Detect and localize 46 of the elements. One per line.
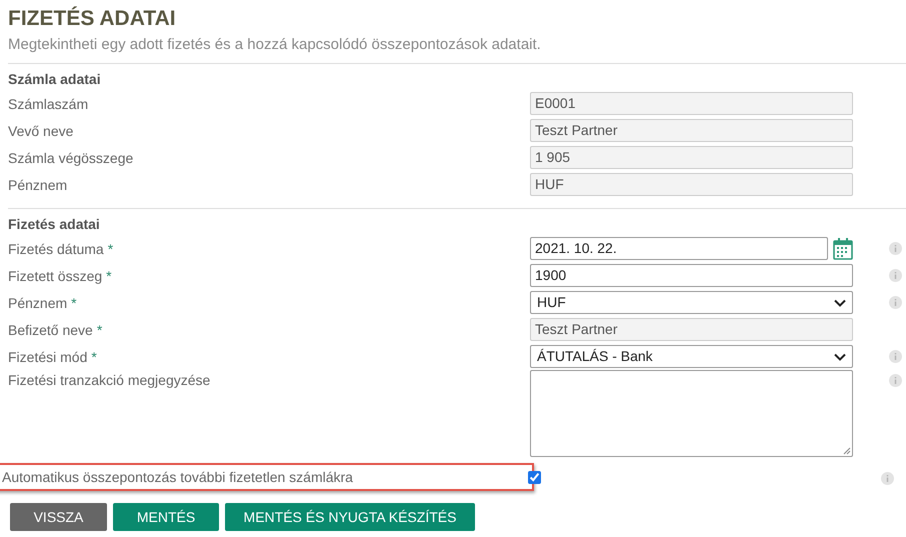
input-field[interactable]: 1900 (530, 264, 853, 287)
calendar-icon[interactable] (833, 238, 853, 260)
field-label: Befizető neve (8, 322, 93, 338)
readonly-field: Teszt Partner (530, 119, 853, 142)
field-label: Fizetési mód (8, 349, 88, 365)
info-icon[interactable] (889, 374, 902, 387)
info-icon[interactable] (881, 472, 894, 485)
field-label: Számlaszám (8, 96, 88, 112)
select-field[interactable]: HUF (530, 291, 853, 314)
checkbox-label: Automatikus összepontozás további fizetetlen számlákra (2, 469, 354, 485)
required-mark: * (71, 295, 77, 311)
readonly-field: E0001 (530, 92, 853, 115)
checkbox[interactable] (528, 470, 541, 484)
field-label: Fizetett összeg (8, 268, 102, 284)
action-button[interactable]: VISSZA (10, 503, 107, 531)
info-icon[interactable] (889, 350, 902, 363)
resize-grip-icon[interactable] (843, 447, 851, 455)
date-field[interactable]: 2021. 10. 22. (530, 237, 828, 260)
info-icon[interactable] (889, 296, 902, 309)
readonly-field: 1 905 (530, 146, 853, 169)
readonly-field: Teszt Partner (530, 318, 853, 341)
field-label: Fizetés dátuma (8, 241, 104, 257)
required-mark: * (108, 241, 114, 257)
info-icon[interactable] (889, 242, 902, 255)
select-value: ÁTUTALÁS - Bank (537, 347, 653, 366)
textarea-field[interactable] (530, 370, 853, 457)
field-label: Vevő neve (8, 123, 74, 139)
action-button[interactable]: MENTÉS ÉS NYUGTA KÉSZÍTÉS (225, 503, 475, 531)
section-heading: Számla adatai (8, 71, 101, 87)
caret-icon (834, 352, 846, 360)
section-heading: Fizetés adatai (8, 216, 100, 232)
required-mark: * (96, 322, 102, 338)
select-value: HUF (537, 293, 566, 312)
caret-icon (834, 298, 846, 306)
required-mark: * (91, 349, 97, 365)
required-mark: * (106, 268, 112, 284)
page-title: FIZETÉS ADATAI (8, 6, 177, 32)
select-field[interactable]: ÁTUTALÁS - Bank (530, 345, 853, 368)
field-label: Fizetési tranzakció megjegyzése (8, 372, 210, 388)
field-label: Pénznem (8, 295, 68, 311)
page-subtitle: Megtekintheti egy adott fizetés és a hozzá kapcsolódó összepontozások adatait. (8, 36, 542, 53)
action-button[interactable]: MENTÉS (113, 503, 219, 531)
readonly-field: HUF (530, 173, 853, 196)
info-icon[interactable] (889, 269, 902, 282)
field-label: Számla végösszege (8, 150, 134, 166)
field-label: Pénznem (8, 177, 68, 193)
